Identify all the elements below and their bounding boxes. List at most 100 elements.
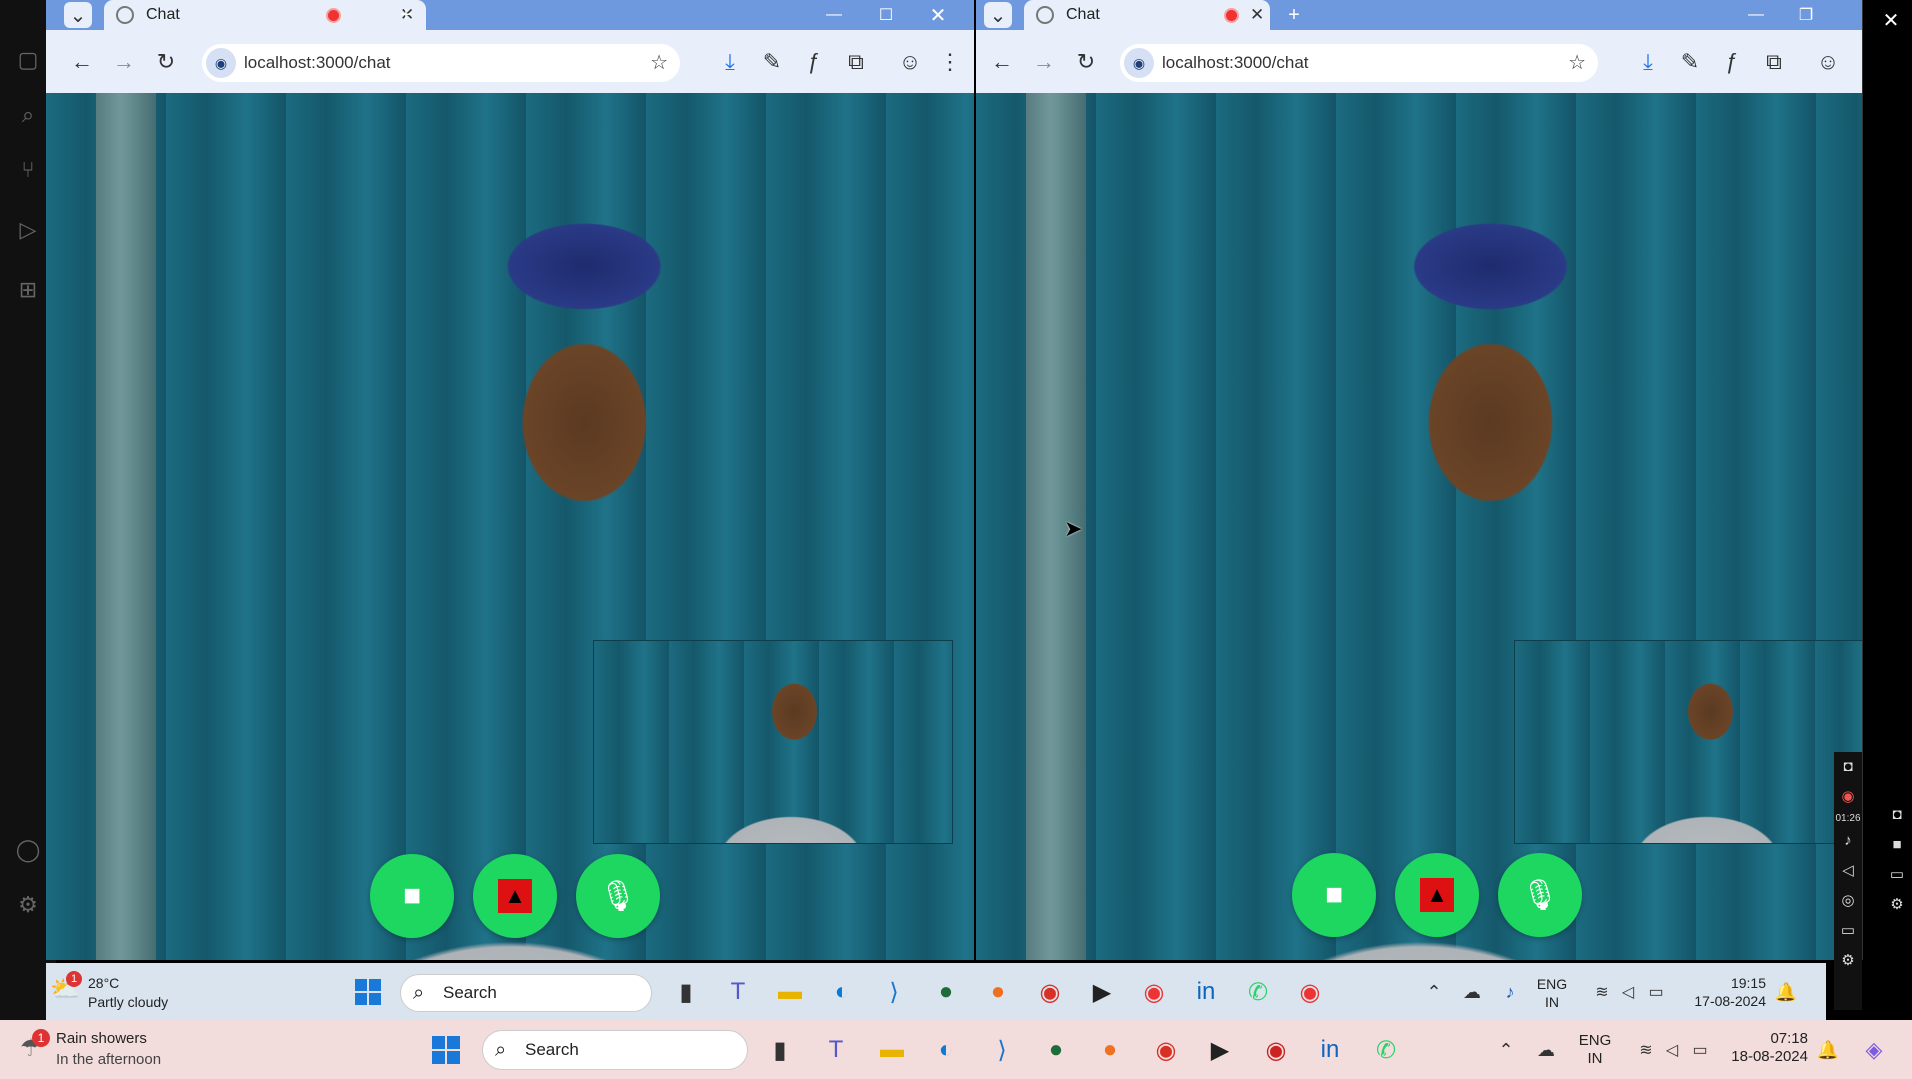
teams-icon[interactable]: T [718,972,758,1012]
capture-window-icon[interactable]: ▭ [1890,860,1904,890]
mic-toggle-button[interactable]: 🎙 [1498,853,1582,937]
outer-close-icon[interactable]: ✕ [1876,6,1906,36]
taskbar-search[interactable]: ⌕ Search [400,974,652,1012]
windows-start-icon[interactable] [348,972,388,1012]
new-tab-button[interactable]: + [1276,0,1312,30]
clock[interactable]: 07:18 18-08-2024 [1722,1030,1808,1066]
postman-icon[interactable]: ● [978,972,1018,1012]
recorder-icon[interactable]: ◉ [1134,972,1174,1012]
bookmark-star-icon[interactable]: ☆ [1568,44,1586,82]
minimize-button[interactable]: — [1736,0,1776,30]
restore-button[interactable]: ❐ [1786,0,1826,30]
tray-mic-icon[interactable]: ♪ [1490,972,1530,1012]
back-arrow-icon[interactable]: ← [64,30,100,93]
capture-mic-icon[interactable]: ♪ [1844,826,1852,856]
edge-icon[interactable]: ◐ [822,972,862,1012]
extensions-icon[interactable]: ⊞ [8,270,48,310]
edge-icon[interactable]: ◐ [926,1030,966,1070]
end-call-button[interactable]: ▲ [1395,853,1479,937]
teams-icon[interactable]: T [816,1030,856,1070]
windows-start-icon[interactable] [426,1030,466,1070]
video-toggle-button[interactable]: ■ [370,854,454,938]
bookmark-star-icon[interactable]: ☆ [650,44,668,82]
clock[interactable]: 19:15 17-08-2024 [1686,974,1766,1010]
forward-arrow-icon[interactable]: → [1026,30,1062,93]
copilot-icon[interactable]: ◈ [1854,1030,1894,1070]
taskbar-search[interactable]: ⌕ Search [482,1030,748,1070]
capture-settings-icon[interactable]: ⚙ [1890,890,1903,920]
record-app-icon[interactable]: ◉ [1290,972,1330,1012]
media-player-icon[interactable]: ▶ [1082,972,1122,1012]
postman-icon[interactable]: ● [1090,1030,1130,1070]
download-icon[interactable]: ⤓ [1630,30,1666,93]
eyedropper-extension-icon[interactable]: ✎ [1672,30,1708,93]
profile-avatar-icon[interactable]: ☺ [1810,30,1846,93]
onedrive-icon[interactable]: ☁ [1452,972,1492,1012]
debug-icon[interactable]: ▷ [8,210,48,250]
back-arrow-icon[interactable]: ← [984,30,1020,93]
vscode-icon[interactable]: ⟩ [874,972,914,1012]
capture-camera-icon[interactable]: ◘ [1892,800,1901,830]
battery-icon[interactable]: ▭ [1680,1030,1720,1070]
notification-bell-icon[interactable]: 🔔 [1766,972,1806,1012]
tab-search-chevron-icon[interactable]: ⌄ [984,2,1012,28]
capture-window-icon[interactable]: ▭ [1841,916,1855,946]
capture-camera-icon[interactable]: ◘ [1843,752,1852,782]
capture-record-icon[interactable]: ◉ [1841,782,1854,812]
task-view-icon[interactable]: ▮ [666,972,706,1012]
capture-video-icon[interactable]: ■ [1892,830,1901,860]
minimize-button[interactable]: — [814,0,854,30]
battery-icon[interactable]: ▭ [1636,972,1676,1012]
capture-webcam-icon[interactable]: ◎ [1841,886,1854,916]
input-language[interactable]: ENG IN [1572,1032,1618,1068]
forward-arrow-icon[interactable]: → [106,30,142,93]
tray-chevron-icon[interactable]: ⌃ [1414,972,1454,1012]
maximize-button[interactable]: ☐ [866,0,906,30]
close-window-button[interactable]: ✕ [918,0,958,30]
file-explorer-icon[interactable]: ▬ [770,972,810,1012]
linkedin-icon[interactable]: in [1310,1030,1350,1070]
mic-toggle-button[interactable]: 🎙 [576,854,660,938]
mongodb-icon[interactable]: ● [926,972,966,1012]
font-extension-icon[interactable]: ƒ [796,30,832,93]
reload-icon[interactable]: ↻ [148,30,184,93]
tab-chat[interactable]: Chat ✕ [104,0,426,30]
close-tab-icon[interactable]: ✕ [1250,5,1264,25]
notification-bell-icon[interactable]: 🔔 [1808,1030,1848,1070]
input-language[interactable]: ENG IN [1532,975,1572,1011]
whatsapp-icon[interactable]: ✆ [1366,1030,1406,1070]
chrome-icon[interactable]: ◉ [1030,972,1070,1012]
tab-chat[interactable]: Chat ✕ [1024,0,1270,30]
linkedin-icon[interactable]: in [1186,972,1226,1012]
onedrive-icon[interactable]: ☁ [1526,1030,1566,1070]
menu-kebab-icon[interactable]: ⋮ [932,30,968,93]
recorder-icon[interactable]: ◉ [1256,1030,1296,1070]
explorer-icon[interactable]: ▢ [8,40,48,80]
site-info-icon[interactable]: ◉ [1124,48,1154,78]
capture-speaker-icon[interactable]: ◁ [1842,856,1854,886]
source-control-icon[interactable]: ⑂ [8,150,48,190]
task-view-icon[interactable]: ▮ [760,1030,800,1070]
reload-icon[interactable]: ↻ [1068,30,1104,93]
profile-avatar-icon[interactable]: ☺ [892,30,928,93]
eyedropper-extension-icon[interactable]: ✎ [754,30,790,93]
search-icon[interactable]: ⌕ [8,95,48,135]
tray-chevron-icon[interactable]: ⌃ [1486,1030,1526,1070]
address-bar[interactable]: ◉ localhost:3000/chat ☆ [1120,44,1598,82]
file-explorer-icon[interactable]: ▬ [872,1030,912,1070]
extensions-puzzle-icon[interactable]: ⧉ [1756,30,1792,93]
video-toggle-button[interactable]: ■ [1292,853,1376,937]
settings-icon[interactable]: ⚙ [8,885,48,925]
end-call-button[interactable]: ▲ [473,854,557,938]
media-player-icon[interactable]: ▶ [1200,1030,1240,1070]
mongodb-icon[interactable]: ● [1036,1030,1076,1070]
chrome-icon[interactable]: ◉ [1146,1030,1186,1070]
site-info-icon[interactable]: ◉ [206,48,236,78]
new-tab-button[interactable]: + [388,0,424,30]
tab-search-chevron-icon[interactable]: ⌄ [64,2,92,28]
whatsapp-icon[interactable]: ✆ [1238,972,1278,1012]
font-extension-icon[interactable]: ƒ [1714,30,1750,93]
address-bar[interactable]: ◉ localhost:3000/chat ☆ [202,44,680,82]
vscode-icon[interactable]: ⟩ [982,1030,1022,1070]
download-icon[interactable]: ⤓ [712,30,748,93]
